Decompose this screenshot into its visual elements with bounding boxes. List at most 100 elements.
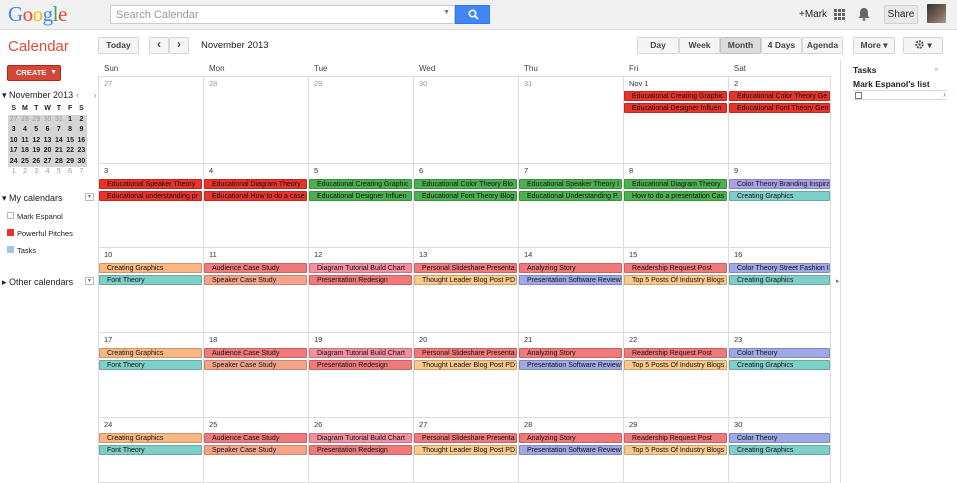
day-number[interactable]: 23: [734, 335, 742, 344]
calendar-event[interactable]: Speaker Case Study: [204, 275, 307, 285]
calendar-event[interactable]: Thought Leader Blog Post PD: [414, 445, 517, 455]
task-list-name[interactable]: Mark Espanol's list: [853, 79, 930, 89]
mini-day[interactable]: 28: [19, 114, 31, 125]
day-number[interactable]: 26: [314, 420, 322, 429]
mini-day[interactable]: 3: [8, 125, 20, 136]
mini-day[interactable]: 1: [8, 167, 19, 178]
day-number[interactable]: 11: [209, 250, 217, 259]
calendar-event[interactable]: Personal Slideshare Presenta: [414, 433, 517, 443]
avatar[interactable]: [927, 4, 946, 23]
view-4days-button[interactable]: 4 Days: [761, 37, 802, 54]
day-number[interactable]: 31: [524, 79, 532, 88]
calendar-event[interactable]: Educational Speaker Theory I: [519, 179, 622, 189]
day-number[interactable]: 10: [104, 250, 112, 259]
calendar-event[interactable]: Top 5 Posts Of Industry Blogs: [624, 360, 727, 370]
calendar-event[interactable]: Creating Graphics: [729, 191, 830, 201]
day-cell[interactable]: 15: [623, 248, 728, 333]
apps-grid-icon[interactable]: [834, 9, 845, 20]
calendar-event[interactable]: Readership Request Post: [624, 263, 727, 273]
mini-day[interactable]: 29: [64, 156, 76, 167]
day-cell[interactable]: 31: [518, 76, 623, 164]
day-number[interactable]: 15: [629, 250, 637, 259]
task-checkbox[interactable]: [855, 92, 862, 99]
create-dropdown-icon[interactable]: ▼: [50, 66, 57, 80]
other-calendars-dropdown-icon[interactable]: ▼: [85, 277, 94, 285]
mini-day[interactable]: 19: [30, 146, 42, 157]
search-button[interactable]: [455, 5, 490, 24]
mini-day[interactable]: 1: [64, 114, 76, 125]
calendar-event[interactable]: Thought Leader Blog Post PD: [414, 360, 517, 370]
mini-day[interactable]: 6: [41, 125, 54, 136]
calendar-event[interactable]: Presentation Redesign: [309, 360, 412, 370]
mini-day[interactable]: 25: [19, 156, 31, 167]
day-cell[interactable]: 12: [308, 248, 413, 333]
mini-day[interactable]: 27: [8, 114, 20, 125]
mini-day[interactable]: 7: [76, 167, 87, 178]
calendar-event[interactable]: Educational Designer Influen: [624, 103, 727, 113]
day-number[interactable]: 25: [209, 420, 217, 429]
day-number[interactable]: 27: [104, 79, 112, 88]
mini-day[interactable]: 17: [8, 146, 20, 157]
calendar-event[interactable]: Presentation Software Review: [519, 275, 622, 285]
day-number[interactable]: 3: [104, 166, 108, 175]
day-number[interactable]: 28: [209, 79, 217, 88]
day-cell[interactable]: 7: [518, 164, 623, 248]
calendar-event[interactable]: Personal Slideshare Presenta: [414, 263, 517, 273]
day-cell[interactable]: 22: [623, 333, 728, 418]
mini-day[interactable]: 20: [41, 146, 54, 157]
day-cell[interactable]: 27: [98, 76, 203, 164]
calendar-event[interactable]: Educational Diagram Theory: [624, 179, 727, 189]
expand-side-panel-icon[interactable]: ▸: [836, 277, 840, 285]
calendar-event[interactable]: Color Theory: [729, 348, 830, 358]
day-number[interactable]: 20: [419, 335, 427, 344]
day-number[interactable]: 27: [419, 420, 427, 429]
calendar-event[interactable]: Analyzing Story: [519, 263, 622, 273]
mini-day[interactable]: 30: [75, 156, 88, 167]
calendar-item-tasks[interactable]: Tasks: [7, 246, 36, 255]
settings-button[interactable]: ▾: [903, 37, 943, 54]
mini-day[interactable]: 18: [19, 146, 31, 157]
app-title[interactable]: Calendar: [8, 38, 69, 55]
calendar-event[interactable]: Audience Case Study: [204, 263, 307, 273]
mini-day[interactable]: 16: [75, 135, 88, 146]
day-number[interactable]: 18: [209, 335, 217, 344]
task-row[interactable]: ›: [853, 89, 947, 100]
day-number[interactable]: 30: [419, 79, 427, 88]
my-calendars-header[interactable]: ▾ My calendars: [2, 193, 63, 204]
mini-day[interactable]: 14: [53, 135, 65, 146]
mini-day[interactable]: 23: [75, 146, 88, 157]
chevron-right-icon[interactable]: ›: [943, 89, 946, 99]
day-number[interactable]: 12: [314, 250, 322, 259]
calendar-event[interactable]: Educational How to do a case: [204, 191, 307, 201]
mini-day[interactable]: 10: [8, 135, 20, 146]
day-cell[interactable]: 6: [413, 164, 518, 248]
day-cell[interactable]: 19: [308, 333, 413, 418]
calendar-item-powerful-pitches[interactable]: Powerful Pitches: [7, 229, 73, 238]
today-button[interactable]: Today: [98, 37, 139, 54]
calendar-event[interactable]: Educational Creating Graphic: [309, 179, 412, 189]
day-number[interactable]: 24: [104, 420, 112, 429]
view-week-button[interactable]: Week: [679, 37, 720, 54]
other-calendars-header[interactable]: ▸ Other calendars: [2, 277, 73, 288]
day-number[interactable]: 29: [629, 420, 637, 429]
calendar-event[interactable]: Color Theory Branding Inspira: [729, 179, 830, 189]
day-cell[interactable]: 17: [98, 333, 203, 418]
day-cell[interactable]: 23: [728, 333, 831, 418]
close-icon[interactable]: ×: [934, 65, 939, 74]
day-cell[interactable]: 30: [413, 76, 518, 164]
calendar-event[interactable]: Educational Font Theory Gen: [729, 103, 830, 113]
calendar-event[interactable]: Presentation Redesign: [309, 275, 412, 285]
calendar-event[interactable]: Creating Graphics: [99, 433, 202, 443]
mini-day[interactable]: 21: [53, 146, 65, 157]
day-number[interactable]: 6: [419, 166, 423, 175]
day-number[interactable]: 9: [734, 166, 738, 175]
next-button[interactable]: ›: [169, 37, 189, 54]
view-month-button[interactable]: Month: [720, 37, 761, 54]
calendar-event[interactable]: Educational Designer Influen: [309, 191, 412, 201]
calendar-event[interactable]: Readership Request Post: [624, 348, 727, 358]
mini-calendar-title[interactable]: ▾ November 2013: [2, 90, 73, 101]
day-cell[interactable]: Nov 1: [623, 76, 728, 164]
mini-day[interactable]: 9: [75, 125, 88, 136]
mini-day[interactable]: 8: [64, 125, 76, 136]
mini-day[interactable]: 29: [30, 114, 42, 125]
